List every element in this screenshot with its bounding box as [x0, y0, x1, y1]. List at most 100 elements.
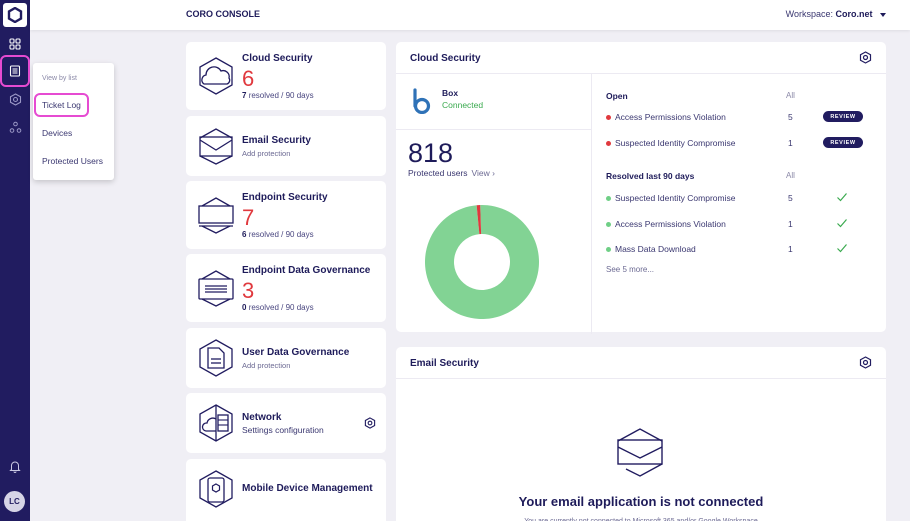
- protected-users-donut-chart: [425, 205, 539, 319]
- check-icon: [837, 219, 847, 228]
- module-title: Endpoint Security: [242, 192, 328, 203]
- cloud-security-panel: Cloud Security Box Connected 818 Protect…: [396, 42, 886, 334]
- sidebar-item-connectors[interactable]: [4, 116, 26, 138]
- nodes-icon: [9, 121, 21, 133]
- resolved-summary: 6 resolved / 90 days: [242, 230, 314, 239]
- status-dot: [606, 222, 611, 227]
- open-count: 7: [242, 205, 255, 230]
- connection-status: Connected: [442, 100, 484, 110]
- ticket-count: 5: [788, 193, 793, 203]
- module-card-endpoint-data-governance[interactable]: Endpoint Data Governance 3 0 resolved / …: [186, 254, 386, 322]
- module-hint: Add protection: [242, 149, 291, 158]
- ticket-count: 1: [788, 138, 793, 148]
- menu-caption: View by list: [42, 75, 77, 82]
- ticket-name: Suspected Identity Compromise: [615, 138, 736, 148]
- status-dot: [606, 115, 611, 120]
- box-logo-icon: [413, 88, 431, 114]
- network-settings-icon[interactable]: [364, 417, 376, 429]
- panel-header: Email Security: [396, 347, 886, 379]
- email-not-connected-message: Your email application is not connected: [518, 494, 764, 509]
- email-icon: [199, 128, 233, 165]
- module-title: Network: [242, 412, 282, 423]
- resolved-all-link[interactable]: All: [786, 171, 795, 180]
- resolved-summary: 7 resolved / 90 days: [242, 91, 314, 100]
- resolved-section-title: Resolved last 90 days: [606, 171, 695, 181]
- module-card-cloud-security[interactable]: Cloud Security 6 7 resolved / 90 days: [186, 42, 386, 110]
- module-card-email-security[interactable]: Email Security Add protection: [186, 116, 386, 176]
- resolved-summary: 0 resolved / 90 days: [242, 303, 314, 312]
- status-dot: [606, 141, 611, 146]
- open-count: 3: [242, 278, 255, 303]
- ticket-name: Mass Data Download: [615, 244, 696, 254]
- module-title: Endpoint Data Governance: [242, 265, 371, 276]
- ticket-name: Access Permissions Violation: [615, 219, 726, 229]
- connected-app-name: Box: [442, 88, 459, 98]
- notifications-button[interactable]: [4, 455, 26, 477]
- sidebar-item-settings[interactable]: [4, 88, 26, 110]
- sidebar-item-dashboard[interactable]: [4, 33, 26, 55]
- panel-title: Email Security: [410, 358, 479, 369]
- protected-users-count: 818: [408, 138, 454, 168]
- bell-icon: [9, 461, 21, 473]
- open-all-link[interactable]: All: [786, 91, 795, 100]
- review-button[interactable]: REVIEW: [823, 137, 863, 148]
- grid-icon: [9, 38, 21, 50]
- data-governance-icon: [198, 270, 234, 307]
- resolved-ticket-row[interactable]: Mass Data Download 1: [606, 244, 876, 256]
- module-card-user-data-governance[interactable]: User Data Governance Add protection: [186, 328, 386, 388]
- ticket-count: 1: [788, 244, 793, 254]
- open-ticket-row[interactable]: Suspected Identity Compromise 1 REVIEW: [606, 137, 876, 150]
- hexagon-logo-icon: [7, 7, 23, 23]
- donut-slice-protected: [425, 205, 539, 319]
- module-title: User Data Governance: [242, 347, 350, 358]
- module-title: Email Security: [242, 135, 311, 146]
- module-hint: Settings configuration: [242, 425, 324, 435]
- module-card-network[interactable]: Network Settings configuration: [186, 393, 386, 453]
- app-title: CORO CONSOLE: [186, 9, 261, 19]
- review-button[interactable]: REVIEW: [823, 111, 863, 122]
- top-header: CORO CONSOLE Workspace: Coro.net: [30, 0, 910, 30]
- view-users-link[interactable]: View ›: [472, 168, 495, 178]
- settings-icon[interactable]: [859, 356, 872, 369]
- document-icon: [199, 339, 233, 377]
- open-section-title: Open: [606, 91, 628, 101]
- module-card-mobile-device-management[interactable]: Mobile Device Management: [186, 459, 386, 521]
- email-icon: [617, 428, 663, 477]
- ticket-name: Suspected Identity Compromise: [615, 193, 736, 203]
- panel-header: Cloud Security: [396, 42, 886, 74]
- list-icon: [9, 65, 21, 77]
- menu-item-protected-users[interactable]: Protected Users: [42, 156, 103, 166]
- module-card-endpoint-security[interactable]: Endpoint Security 7 6 resolved / 90 days: [186, 181, 386, 249]
- module-title: Cloud Security: [242, 53, 313, 64]
- panel-title: Cloud Security: [410, 53, 481, 64]
- settings-icon[interactable]: [859, 51, 872, 64]
- module-hint: Add protection: [242, 361, 291, 370]
- caret-down-icon: [880, 12, 886, 17]
- workspace-value: Coro.net: [835, 9, 873, 19]
- module-title: Mobile Device Management: [242, 483, 373, 494]
- resolved-ticket-row[interactable]: Suspected Identity Compromise 5: [606, 193, 876, 205]
- workspace-selector[interactable]: Workspace: Coro.net: [786, 9, 886, 19]
- sidebar: LC: [0, 0, 30, 521]
- ticket-count: 1: [788, 219, 793, 229]
- check-icon: [837, 193, 847, 202]
- menu-item-ticket-log[interactable]: Ticket Log: [34, 93, 89, 117]
- email-security-panel: Email Security Your email application is…: [396, 347, 886, 521]
- resolved-ticket-row[interactable]: Access Permissions Violation 1: [606, 219, 876, 231]
- ticket-name: Access Permissions Violation: [615, 112, 726, 122]
- open-ticket-row[interactable]: Access Permissions Violation 5 REVIEW: [606, 111, 876, 124]
- user-avatar[interactable]: LC: [4, 491, 25, 512]
- panel-divider: [591, 74, 592, 334]
- check-icon: [837, 244, 847, 253]
- ticket-count: 5: [788, 112, 793, 122]
- view-by-list-menu: View by list Ticket Log Devices Protecte…: [33, 63, 114, 180]
- see-more-link[interactable]: See 5 more...: [606, 265, 654, 274]
- hex-gear-icon: [9, 92, 21, 106]
- section-divider: [396, 129, 591, 130]
- sidebar-item-lists[interactable]: [0, 55, 30, 87]
- laptop-icon: [198, 197, 234, 234]
- menu-item-devices[interactable]: Devices: [42, 128, 72, 138]
- protected-users-label: Protected users View ›: [408, 168, 495, 178]
- coro-logo[interactable]: [3, 3, 27, 27]
- workspace-label: Workspace:: [785, 9, 833, 19]
